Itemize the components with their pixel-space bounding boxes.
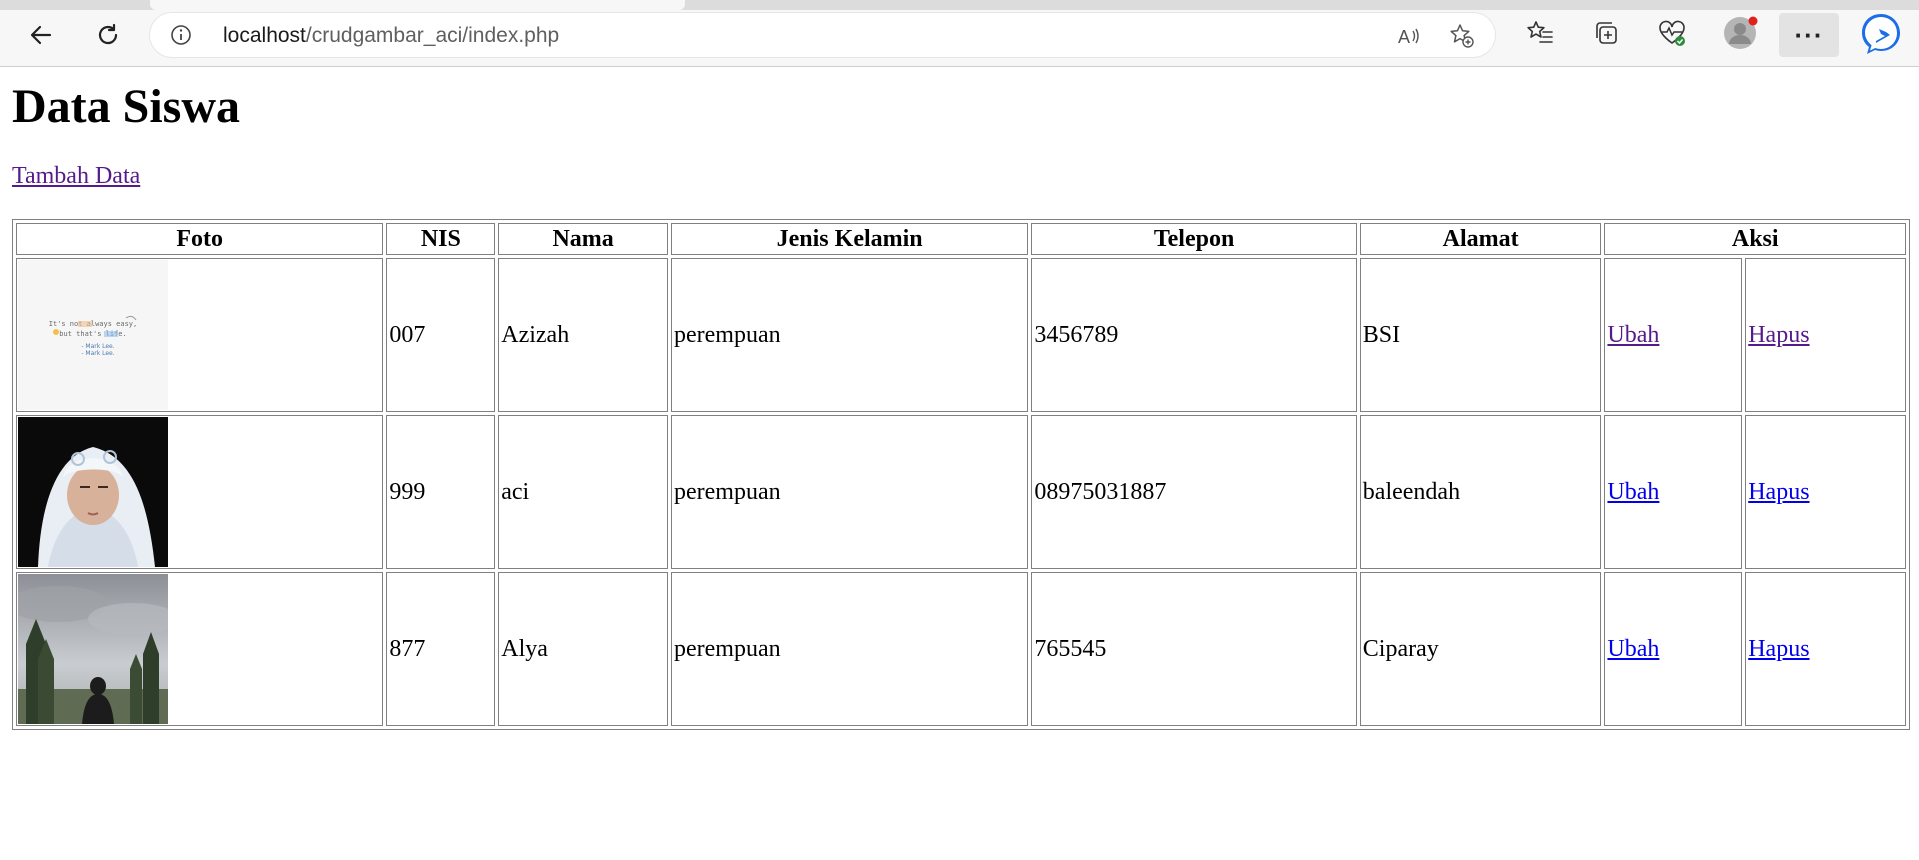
ubah-link[interactable]: Ubah — [1607, 636, 1659, 662]
hapus-link[interactable]: Hapus — [1748, 479, 1809, 505]
nis-cell: 007 — [386, 258, 496, 412]
hapus-cell: Hapus — [1745, 572, 1906, 726]
url-host: localhost — [223, 24, 306, 47]
hapus-link[interactable]: Hapus — [1748, 322, 1809, 348]
browser-essentials-button[interactable] — [1656, 17, 1688, 49]
page-body: Data Siswa Tambah Data Foto NIS Nama Jen… — [0, 67, 1919, 860]
alamat-cell: BSI — [1359, 258, 1602, 412]
hapus-link[interactable]: Hapus — [1748, 636, 1809, 662]
nis-cell: 999 — [386, 415, 496, 569]
jenis-kelamin-cell: perempuan — [670, 258, 1029, 412]
student-table: Foto NIS Nama Jenis Kelamin Telepon Alam… — [12, 219, 1910, 730]
ubah-cell: Ubah — [1604, 572, 1743, 726]
address-bar[interactable]: localhost/crudgambar_aci/index.php A — [150, 13, 1495, 57]
photo-cell — [16, 415, 384, 569]
telepon-cell: 3456789 — [1031, 258, 1357, 412]
favorites-icon — [1527, 21, 1553, 43]
active-tab[interactable] — [150, 0, 685, 10]
nis-cell: 877 — [386, 572, 496, 726]
header-jenis-kelamin: Jenis Kelamin — [670, 223, 1029, 255]
header-telepon: Telepon — [1031, 223, 1357, 255]
header-nama: Nama — [498, 223, 668, 255]
student-photo: It's not always easy, but that's life. -… — [18, 260, 168, 410]
header-nis: NIS — [386, 223, 496, 255]
nama-cell: Alya — [498, 572, 668, 726]
svg-text:It's not always easy,: It's not always easy, — [49, 320, 138, 328]
table-row: 999 aci perempuan 08975031887 baleendah … — [16, 415, 1906, 569]
bing-copilot-icon — [1862, 14, 1900, 54]
browser-toolbar: localhost/crudgambar_aci/index.php A ··· — [0, 0, 1919, 67]
nama-cell: aci — [498, 415, 668, 569]
svg-text:- Mark Lee.: - Mark Lee. — [81, 343, 114, 350]
ubah-cell: Ubah — [1604, 415, 1743, 569]
back-button[interactable] — [21, 15, 61, 55]
favorites-button[interactable] — [1524, 17, 1556, 49]
avatar-icon — [1724, 16, 1758, 49]
ubah-cell: Ubah — [1604, 258, 1743, 412]
ubah-link[interactable]: Ubah — [1607, 322, 1659, 348]
site-info-icon[interactable] — [170, 24, 192, 46]
profile-button[interactable] — [1722, 15, 1758, 51]
student-photo — [18, 417, 168, 567]
nama-cell: Azizah — [498, 258, 668, 412]
table-row: It's not always easy, but that's life. -… — [16, 258, 1906, 412]
photo-cell: It's not always easy, but that's life. -… — [16, 258, 384, 412]
more-icon: ··· — [1794, 19, 1824, 50]
photo-cell — [16, 572, 384, 726]
ubah-link[interactable]: Ubah — [1607, 479, 1659, 505]
page-title: Data Siswa — [12, 80, 241, 133]
header-aksi: Aksi — [1604, 223, 1906, 255]
telepon-cell: 765545 — [1031, 572, 1357, 726]
hapus-cell: Hapus — [1745, 415, 1906, 569]
back-arrow-icon — [30, 25, 52, 45]
svg-text:A: A — [1398, 27, 1410, 47]
collections-button[interactable] — [1590, 17, 1622, 49]
refresh-icon — [98, 23, 118, 45]
url-path: /crudgambar_aci/index.php — [305, 24, 560, 47]
hapus-cell: Hapus — [1745, 258, 1906, 412]
refresh-button[interactable] — [88, 15, 128, 55]
add-data-link[interactable]: Tambah Data — [12, 163, 140, 190]
header-foto: Foto — [16, 223, 384, 255]
table-row: 877 Alya perempuan 765545 Ciparay Ubah H… — [16, 572, 1906, 726]
table-header-row: Foto NIS Nama Jenis Kelamin Telepon Alam… — [16, 223, 1906, 255]
settings-and-more-button[interactable]: ··· — [1779, 13, 1839, 57]
jenis-kelamin-cell: perempuan — [670, 415, 1029, 569]
telepon-cell: 08975031887 — [1031, 415, 1357, 569]
heart-pulse-icon — [1659, 20, 1685, 46]
collections-icon — [1596, 22, 1617, 44]
student-photo — [18, 574, 168, 724]
read-aloud-icon[interactable]: A — [1396, 23, 1422, 49]
svg-text:- Mark Lee.: - Mark Lee. — [81, 350, 114, 357]
jenis-kelamin-cell: perempuan — [670, 572, 1029, 726]
alamat-cell: baleendah — [1359, 415, 1602, 569]
url-text[interactable]: localhost/crudgambar_aci/index.php — [223, 24, 559, 48]
alamat-cell: Ciparay — [1359, 572, 1602, 726]
add-favorite-icon[interactable] — [1449, 23, 1475, 49]
header-alamat: Alamat — [1359, 223, 1602, 255]
copilot-button[interactable] — [1858, 11, 1904, 57]
